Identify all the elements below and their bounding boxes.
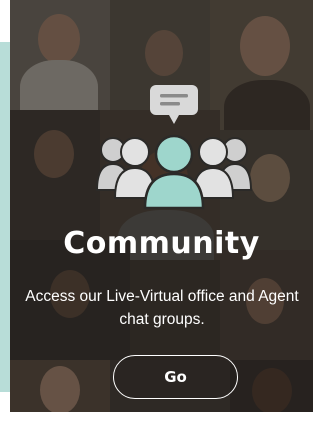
page-background xyxy=(0,412,313,438)
chat-bubble-icon xyxy=(150,85,198,124)
card-description: Access our Live-Virtual office and Agent… xyxy=(25,288,299,328)
community-card: Community Access our Live-Virtual office… xyxy=(10,0,313,412)
go-button[interactable]: Go xyxy=(113,355,238,399)
card-title: Community xyxy=(63,226,260,261)
people-group-icon xyxy=(95,134,253,210)
community-card-screen: Community Access our Live-Virtual office… xyxy=(0,0,313,438)
card-content: Community Access our Live-Virtual office… xyxy=(10,0,313,412)
